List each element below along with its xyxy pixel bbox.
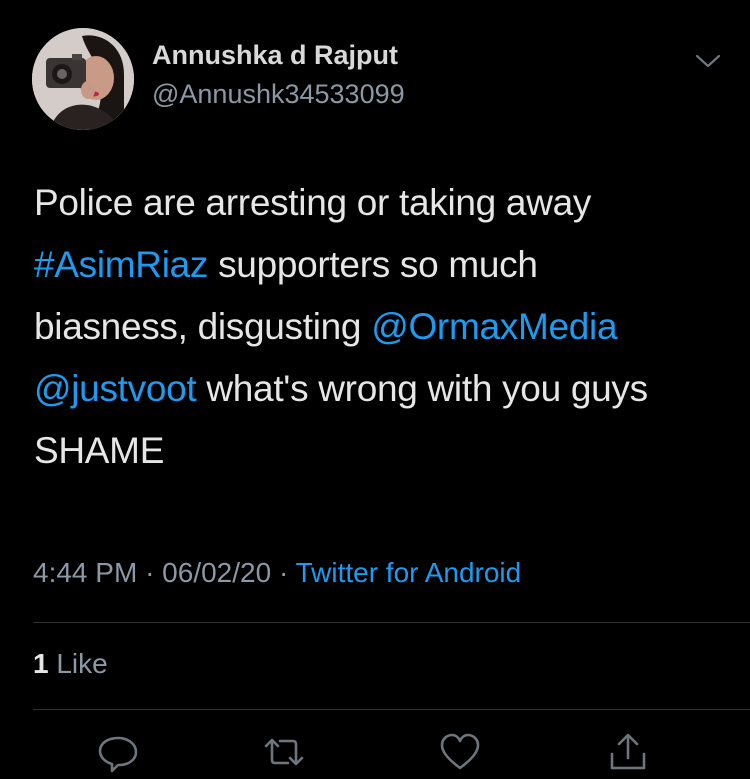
share-icon[interactable] — [606, 730, 650, 774]
likes-stat[interactable]: 1 Like — [33, 648, 108, 680]
mention-link-ormaxmedia[interactable]: @OrmaxMedia — [371, 306, 617, 347]
like-icon[interactable] — [438, 730, 482, 774]
avatar[interactable] — [32, 28, 134, 130]
tweet-metadata: 4:44 PM · 06/02/20 · Twitter for Android — [33, 557, 521, 589]
retweet-icon[interactable] — [262, 730, 306, 774]
reply-icon[interactable] — [96, 730, 140, 774]
tweet-text-line: SHAME — [34, 430, 165, 471]
tweet-date[interactable]: 06/02/20 — [162, 557, 271, 588]
divider — [33, 709, 750, 710]
likes-count: 1 — [33, 648, 49, 679]
tweet-text-line: Police are arresting or taking away — [34, 182, 592, 223]
divider — [33, 622, 750, 623]
meta-separator: · — [278, 557, 289, 588]
tweet-text-segment: supporters so much — [208, 244, 538, 285]
likes-label: Like — [56, 648, 108, 679]
meta-separator: · — [145, 557, 155, 588]
tweet-text-line: @justvoot what's wrong with you guys — [34, 358, 734, 420]
chevron-down-icon[interactable] — [694, 50, 722, 72]
tweet-text-line: biasness, disgusting @OrmaxMedia — [34, 296, 734, 358]
tweet-text: Police are arresting or taking away #Asi… — [34, 172, 734, 482]
tweet-time[interactable]: 4:44 PM — [33, 557, 137, 588]
tweet-text-segment: what's wrong with you guys — [196, 368, 648, 409]
mention-link-justvoot[interactable]: @justvoot — [34, 368, 197, 409]
tweet-source-link[interactable]: Twitter for Android — [296, 557, 522, 588]
tweet-text-line: #AsimRiaz supporters so much — [34, 234, 734, 296]
avatar-photo — [32, 28, 134, 130]
author-handle[interactable]: @Annushk34533099 — [152, 79, 405, 110]
tweet-text-segment: biasness, disgusting — [34, 306, 372, 347]
hashtag-link[interactable]: #AsimRiaz — [34, 244, 208, 285]
author-display-name[interactable]: Annushka d Rajput — [152, 40, 398, 71]
